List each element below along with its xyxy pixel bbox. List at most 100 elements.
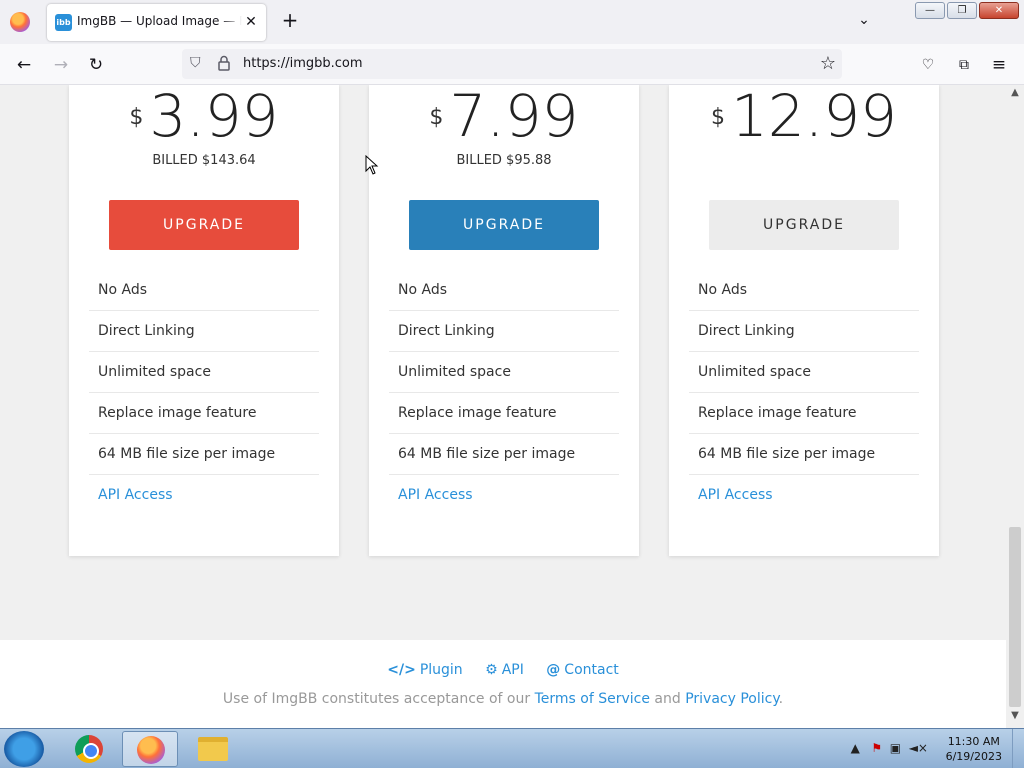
privacy-policy-link[interactable]: Privacy Policy (685, 691, 778, 707)
api-access-link[interactable]: API Access (389, 475, 619, 516)
at-sign-icon: @ (546, 662, 561, 678)
currency-symbol: $ (429, 105, 444, 130)
list-item: Unlimited space (89, 352, 319, 393)
feature-list: No Ads Direct Linking Unlimited space Re… (89, 270, 319, 516)
scroll-up-icon[interactable]: ▲ (1006, 87, 1024, 103)
lock-icon[interactable] (218, 55, 230, 71)
footer-links: </> Plugin ⚙ API @ Contact (0, 662, 1006, 678)
currency-symbol: $ (129, 105, 144, 130)
list-item: Replace image feature (389, 393, 619, 434)
list-item: No Ads (389, 270, 619, 311)
price-amount: 12.99 (730, 85, 898, 150)
legal-and: and (654, 691, 681, 707)
hamburger-menu-icon[interactable]: ≡ (988, 54, 1010, 76)
tab-title: ImgBB — Upload Image — Free Image Hostin… (77, 14, 242, 28)
tab-close-icon[interactable]: ✕ (242, 13, 260, 31)
list-item: Direct Linking (389, 311, 619, 352)
contact-link[interactable]: @ Contact (546, 662, 618, 678)
price: $7.99 (369, 85, 639, 147)
pricing-card-2: $7.99 BILLED $95.88 UPGRADE No Ads Direc… (369, 85, 639, 556)
page-footer: </> Plugin ⚙ API @ Contact Use of ImgBB con… (0, 640, 1006, 728)
action-center-flag-icon[interactable]: ⚑ (871, 741, 882, 755)
terms-of-service-link[interactable]: Terms of Service (535, 691, 650, 707)
list-item: Direct Linking (89, 311, 319, 352)
taskbar-firefox[interactable] (122, 731, 178, 767)
network-icon[interactable]: ▣ (890, 741, 901, 755)
forward-icon[interactable]: → (50, 54, 72, 76)
plugin-link-label: Plugin (419, 662, 463, 678)
feature-list: No Ads Direct Linking Unlimited space Re… (689, 270, 919, 516)
tracking-protection-shield-icon[interactable]: ⛉ (190, 55, 201, 71)
tab-imgbb[interactable]: ibb ImgBB — Upload Image — Free Image Ho… (47, 4, 266, 41)
code-icon: </> (387, 662, 416, 678)
window-controls: — ❐ ✕ (915, 2, 1019, 19)
clock[interactable]: 11:30 AM 6/19/2023 (946, 734, 1002, 764)
taskbar-explorer[interactable] (185, 731, 241, 767)
api-link-label: API (501, 662, 524, 678)
list-item: Replace image feature (689, 393, 919, 434)
clock-date: 6/19/2023 (945, 750, 1002, 763)
show-desktop-button[interactable] (1012, 729, 1024, 768)
show-hidden-icons-icon[interactable]: ▲ (851, 741, 860, 755)
currency-symbol: $ (710, 105, 725, 130)
firefox-icon (137, 736, 165, 764)
imgbb-favicon-icon: ibb (55, 14, 72, 31)
folder-icon (198, 737, 228, 761)
url-bar[interactable]: ⛉ https://imgbb.com ☆ (182, 49, 842, 79)
footer-legal-text: Use of ImgBB constitutes acceptance of o… (0, 691, 1006, 707)
list-item: No Ads (89, 270, 319, 311)
page-viewport: $3.99 BILLED $143.64 UPGRADE No Ads Dire… (0, 85, 1006, 728)
taskbar-chrome[interactable] (61, 731, 117, 767)
pricing-card-3: $12.99 UPGRADE No Ads Direct Linking Unl… (669, 85, 939, 556)
price: $12.99 (669, 85, 939, 147)
minimize-button[interactable]: — (915, 2, 945, 19)
windows-taskbar: ▲ ⚑ ▣ ◄× 11:30 AM 6/19/2023 (0, 728, 1024, 768)
list-all-tabs-icon[interactable]: ⌄ (855, 12, 873, 30)
firefox-menu-icon[interactable] (10, 12, 30, 32)
legal-suffix: . (778, 691, 784, 707)
pricing-card-1: $3.99 BILLED $143.64 UPGRADE No Ads Dire… (69, 85, 339, 556)
list-item: 64 MB file size per image (89, 434, 319, 475)
upgrade-button[interactable]: UPGRADE (409, 200, 599, 250)
mouse-pointer-icon (365, 155, 379, 175)
vertical-scrollbar[interactable]: ▲ ▼ (1006, 85, 1024, 728)
back-icon[interactable]: ← (13, 54, 35, 76)
upgrade-button[interactable]: UPGRADE (709, 200, 899, 250)
legal-prefix: Use of ImgBB constitutes acceptance of o… (222, 691, 531, 707)
api-link[interactable]: ⚙ API (485, 662, 524, 678)
chrome-icon (75, 735, 103, 763)
bookmark-star-icon[interactable]: ☆ (820, 53, 836, 74)
start-button[interactable] (4, 731, 44, 767)
list-item: Unlimited space (689, 352, 919, 393)
close-window-button[interactable]: ✕ (979, 2, 1019, 19)
list-item: No Ads (689, 270, 919, 311)
restore-button[interactable]: ❐ (947, 2, 977, 19)
tab-bar: ibb ImgBB — Upload Image — Free Image Ho… (0, 0, 1024, 44)
list-item: Replace image feature (89, 393, 319, 434)
contact-link-label: Contact (564, 662, 619, 678)
price: $3.99 (69, 85, 339, 147)
price-amount: 7.99 (449, 85, 579, 150)
price-amount: 3.99 (149, 85, 279, 150)
billed-amount: BILLED $95.88 (456, 153, 552, 168)
new-tab-button[interactable]: + (280, 10, 300, 30)
api-access-link[interactable]: API Access (689, 475, 919, 516)
list-item: 64 MB file size per image (689, 434, 919, 475)
list-item: Direct Linking (689, 311, 919, 352)
gear-icon: ⚙ (485, 662, 498, 678)
url-text[interactable]: https://imgbb.com (243, 56, 363, 71)
scroll-thumb[interactable] (1009, 527, 1021, 707)
billed-amount: BILLED $143.64 (152, 153, 256, 168)
navigation-toolbar: ← → ↻ ⛉ https://imgbb.com ☆ ♡ ⧉ ≡ (0, 44, 1024, 85)
scroll-down-icon[interactable]: ▼ (1006, 710, 1024, 726)
clock-time: 11:30 AM (947, 735, 1000, 748)
tray-icons: ▲ ⚑ ▣ ◄× (851, 741, 928, 755)
plugin-link[interactable]: </> Plugin (387, 662, 462, 678)
feature-list: No Ads Direct Linking Unlimited space Re… (389, 270, 619, 516)
extensions-icon[interactable]: ⧉ (953, 54, 975, 76)
reload-icon[interactable]: ↻ (85, 54, 107, 76)
pocket-icon[interactable]: ♡ (917, 54, 939, 76)
volume-muted-icon[interactable]: ◄× (909, 741, 928, 755)
api-access-link[interactable]: API Access (89, 475, 319, 516)
upgrade-button[interactable]: UPGRADE (109, 200, 299, 250)
